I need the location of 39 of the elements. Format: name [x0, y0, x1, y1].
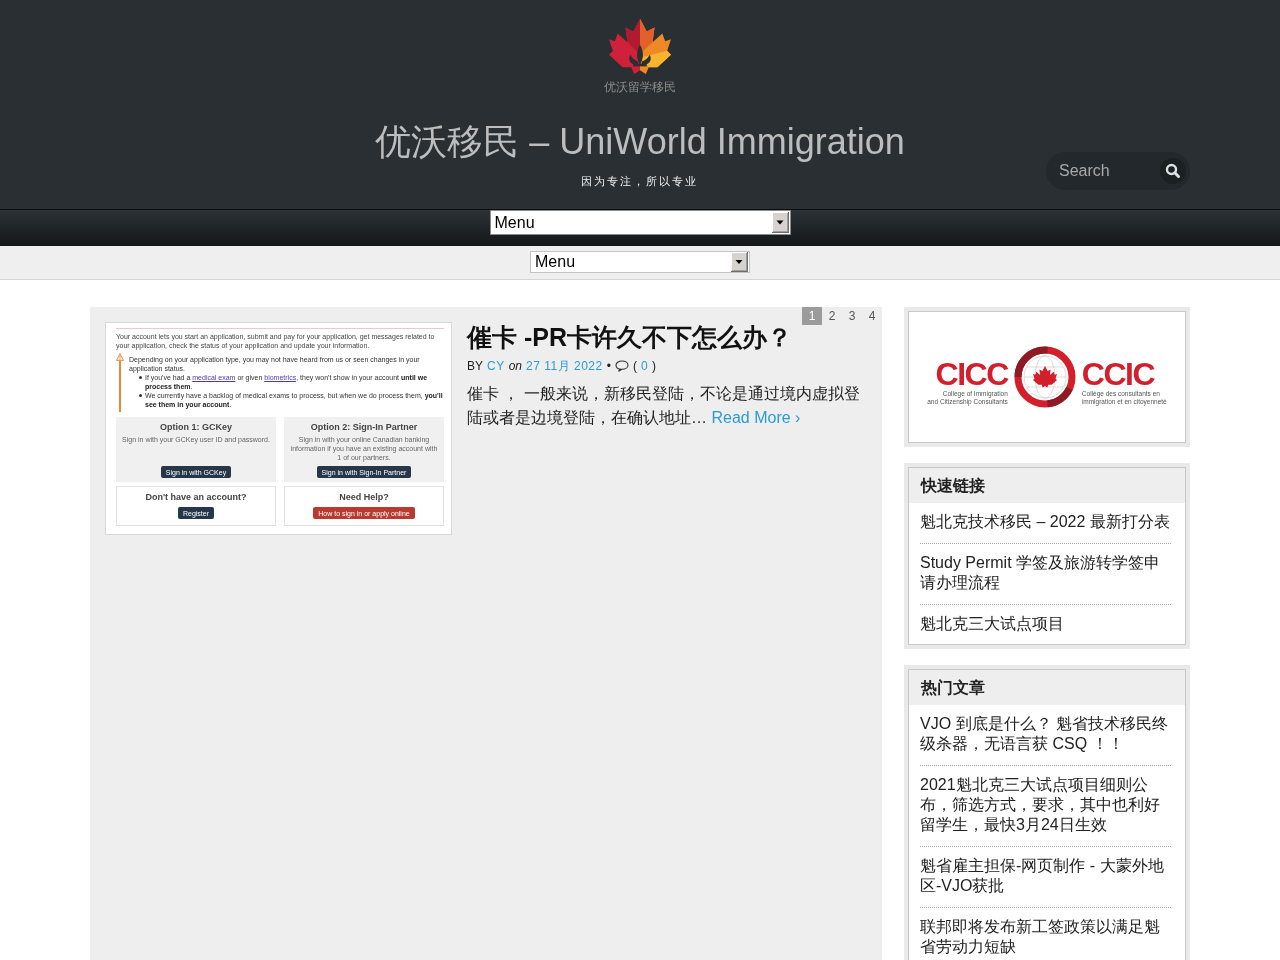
option-title: Option 2: Sign-In Partner	[310, 422, 418, 433]
sidebar-link[interactable]: 2021魁北克三大试点项目细则公布，筛选方式，要求，其中也利好留学生，最快3月24日生效	[920, 766, 1171, 847]
post-title[interactable]: 催卡 -PR卡许久不下怎么办？	[467, 322, 867, 352]
page-link[interactable]: 3	[842, 307, 862, 325]
dropdown-arrow-icon	[731, 252, 748, 272]
search-icon[interactable]	[1160, 158, 1186, 184]
dropdown-arrow-icon	[771, 212, 789, 233]
paren-text: )	[652, 358, 657, 374]
on-label: on	[508, 358, 523, 374]
sidebar-link[interactable]: Study Permit 学签及旅游转学签申请办理流程	[920, 544, 1171, 605]
bullet-icon	[139, 376, 142, 379]
sidebar-link[interactable]: 魁北克三大试点项目	[920, 605, 1171, 645]
by-label: BY	[467, 358, 483, 374]
page-link[interactable]: 4	[862, 307, 882, 325]
page-link[interactable]: 2	[822, 307, 842, 325]
menu-select[interactable]: Menu	[530, 251, 750, 273]
sidebar-link[interactable]: 魁省雇主担保-网页制作 - 大蒙外地区-VJO获批	[920, 847, 1171, 908]
bullet-icon	[139, 394, 142, 397]
tagline: 因为专注，所以专业	[581, 174, 699, 189]
post-excerpt: 催卡 ， 一般来说，新移民登陆，不论是通过境内虚拟登陆或者是边境登陆，在确认地址… Read More ›	[467, 384, 861, 428]
help-title: Need Help?	[339, 492, 389, 503]
option-title: Option 1: GCKey	[160, 422, 232, 433]
site-title[interactable]: 优沃移民 – UniWorld Immigration	[375, 121, 905, 163]
sidebar-link[interactable]: 联邦即将发布新工签政策以满足魁省劳动力短缺	[920, 908, 1171, 960]
separator-dot: •	[606, 358, 611, 374]
search-field[interactable]: Search	[1046, 152, 1190, 190]
sidebar-link[interactable]: 魁北克技术移民 – 2022 最新打分表	[920, 503, 1171, 544]
widget-title: 热门文章	[909, 670, 1185, 705]
paren-text: (	[632, 358, 637, 374]
maple-leaf-logo-icon	[609, 18, 671, 75]
ring-maple-leaf-icon	[1013, 346, 1076, 408]
widget-title: 快速链接	[909, 468, 1185, 503]
logo-wordmark: CICC	[935, 358, 1008, 389]
menu-select[interactable]: Menu	[489, 210, 791, 235]
logo-wordmark: CCIC	[1081, 358, 1155, 389]
sidebar-link[interactable]: VJO 到底是什么？ 魁省技术移民终级杀器，无语言获 CSQ ！！	[920, 705, 1171, 766]
logo-text: 优沃留学移民	[604, 80, 676, 94]
speech-bubble-icon	[614, 360, 629, 372]
help-title: Don't have an account?	[145, 492, 247, 503]
